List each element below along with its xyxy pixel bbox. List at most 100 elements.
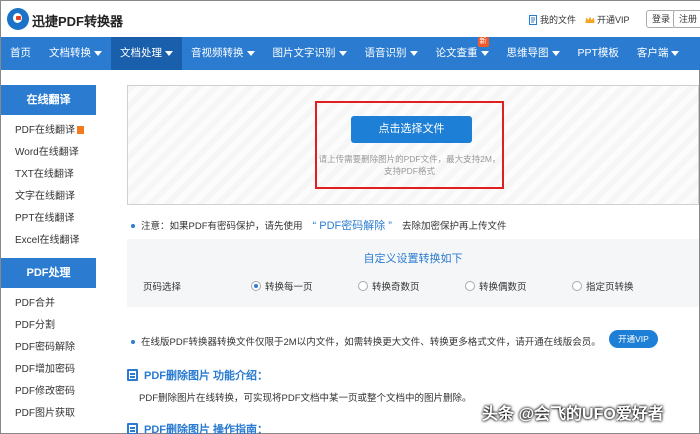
nav-label: 思维导图 [506,47,549,59]
radio-specific-pages[interactable]: 指定页转换 [572,279,634,293]
sidebar-item[interactable]: PPT在线翻译 [15,208,84,230]
crown-icon [585,16,595,23]
nav-label: 客户端 [636,47,669,59]
nav-item-9[interactable]: 客户端 [628,37,689,70]
main-nav: 首页 文档转换 文档处理 音视频转换 图片文字识别 语音识别 论文查重新思维导图 PPT模板 客… [1,37,700,70]
open-vip-label: 开通VIP [597,15,630,25]
pdf-password-remove-link[interactable]: “ PDF密码解除 ” [313,220,392,232]
file-icon [529,14,537,25]
intro-title-text: PDF删除图片 功能介绍： [144,370,269,382]
chevron-down-icon [338,50,347,56]
sidebar-translate-list: PDF在线翻译 Word在线翻译 TXT在线翻译 文字在线翻译 PPT在线翻译 Excel… [15,120,84,252]
my-files-label: 我的文件 [540,15,577,25]
sidebar-item[interactable]: Word在线翻译 [15,142,84,164]
nav-label: 文档转换 [49,47,91,59]
radio-odd-pages[interactable]: 转换奇数页 [358,279,420,293]
chevron-down-icon [671,50,680,56]
nav-label: 语音识别 [364,47,407,59]
chevron-down-icon [246,50,255,56]
chevron-down-icon [94,50,102,56]
radio-label: 转换奇数页 [372,282,420,293]
top-header: 迅捷PDF转换器 我的文件 开通VIP 登录 注册 [1,1,700,37]
settings-title: 自定义设置转换如下 [363,253,463,265]
radio-dot[interactable] [358,281,368,291]
nav-item-8[interactable]: PPT模板 [569,37,628,70]
radio-dot[interactable] [251,281,261,291]
sidebar-item-label: 文字在线翻译 [15,191,75,202]
bullet-dot [131,340,135,345]
sidebar-item-label: TXT在线翻译 [15,169,74,180]
sidebar-head-pdf[interactable]: PDF处理 [1,258,96,288]
chevron-down-icon [165,50,173,56]
chevron-down-icon [409,50,418,56]
nav-item-4[interactable]: 图片文字识别 [264,37,356,70]
radio-label: 转换每一页 [265,282,313,293]
intro-body: PDF删除图片在线转换，可实现将PDF文档中某一页或整个文档中的图片删除。 [139,393,472,404]
sidebar-item-label: PDF图片获取 [15,408,75,419]
sidebar-item-label: PDF分割 [15,320,55,331]
sidebar-item[interactable]: PDF密码解除 [15,337,75,359]
radio-label: 转换偶数页 [479,282,527,293]
document-icon [127,369,138,381]
radio-every-page[interactable]: 转换每一页 [251,279,313,293]
bullet-dot [131,224,135,229]
open-vip-link[interactable]: 开通VIP [585,13,630,26]
page-select-label: 页码选择 [143,282,182,293]
sidebar-item[interactable]: TXT在线翻译 [15,164,84,186]
sidebar-item-label: PDF密码解除 [15,342,75,353]
login-button[interactable]: 登录 [646,10,677,28]
sidebar-item[interactable]: PDF在线翻译 [15,120,84,142]
nav-label: 文档处理 [120,47,162,59]
sidebar-item-label: PDF修改密码 [15,386,75,397]
nav-item-0[interactable]: 首页 [1,37,40,70]
upload-hint: 请上传需要删除图片的PDF文件，最大支持2M， 支持PDF格式 [317,153,502,177]
sidebar-item[interactable]: PDF合并 [15,293,75,315]
sidebar-item[interactable]: PDF增加密码 [15,359,75,381]
sidebar-item[interactable]: PDF图片获取 [15,403,75,425]
nav-item-2[interactable]: 文档处理 [111,37,182,70]
vip-notice-text: 在线版PDF转换器转换文件仅限于2M以内文件，如需转换更大文件、转换更多格式文件… [141,337,601,348]
radio-even-pages[interactable]: 转换偶数页 [465,279,527,293]
sidebar-item-label: Excel在线翻译 [15,235,80,246]
upload-hint-line2: 支持PDF格式 [383,166,435,176]
nav-label: 首页 [10,47,31,59]
chevron-down-icon [551,50,560,56]
sidebar-pdf-list: PDF合并 PDF分割 PDF密码解除 PDF增加密码 PDF修改密码 PDF图片获取 [15,293,75,425]
password-notice: 注意：如果PDF有密码保护，请先使用 “ PDF密码解除 ” 去除加密保护再上传文件 [131,217,506,233]
guide-title-text: PDF删除图片 操作指南： [144,424,269,434]
guide-section-title: PDF删除图片 操作指南： [127,421,268,434]
radio-dot[interactable] [465,281,475,291]
sidebar-item[interactable]: PDF修改密码 [15,381,75,403]
select-file-button[interactable]: 点击选择文件 [351,116,472,143]
my-files-link[interactable]: 我的文件 [528,13,576,26]
sidebar-item-label: Word在线翻译 [15,147,79,158]
chevron-down-icon [480,50,489,56]
nav-label: 音视频转换 [191,47,244,59]
register-button[interactable]: 注册 [673,10,700,28]
document-icon [127,423,138,434]
vip-notice: 在线版PDF转换器转换文件仅限于2M以内文件，如需转换更大文件、转换更多格式文件… [131,334,601,348]
nav-label: 论文查重 [435,47,478,59]
hot-icon [77,126,84,135]
nav-item-7[interactable]: 思维导图 [498,37,569,70]
sidebar-item[interactable]: Excel在线翻译 [15,230,84,252]
nav-item-3[interactable]: 音视频转换 [182,37,264,70]
new-badge: 新 [477,37,489,47]
radio-dot[interactable] [572,281,582,291]
open-vip-button[interactable]: 开通VIP [609,330,658,348]
sidebar-item[interactable]: PDF分割 [15,315,75,337]
radio-label: 指定页转换 [586,282,634,293]
intro-section-title: PDF删除图片 功能介绍： [127,367,268,383]
nav-item-6[interactable]: 论文查重新 [427,37,498,70]
nav-item-1[interactable]: 文档转换 [40,37,111,70]
app-logo-icon[interactable] [7,8,29,30]
sidebar-item-label: PDF合并 [15,298,55,309]
upload-hint-line1: 请上传需要删除图片的PDF文件，最大支持2M， [318,154,501,164]
app-title[interactable]: 迅捷PDF转换器 [32,11,123,30]
sidebar-head-translate[interactable]: 在线翻译 [1,85,96,115]
nav-item-5[interactable]: 语音识别 [356,37,427,70]
watermark: 头条 @会飞的UFO爱好者 [482,406,664,423]
sidebar-item[interactable]: 文字在线翻译 [15,186,84,208]
sidebar-item-label: PPT在线翻译 [15,213,75,224]
notice-prefix: 注意：如果PDF有密码保护，请先使用 [141,221,303,232]
